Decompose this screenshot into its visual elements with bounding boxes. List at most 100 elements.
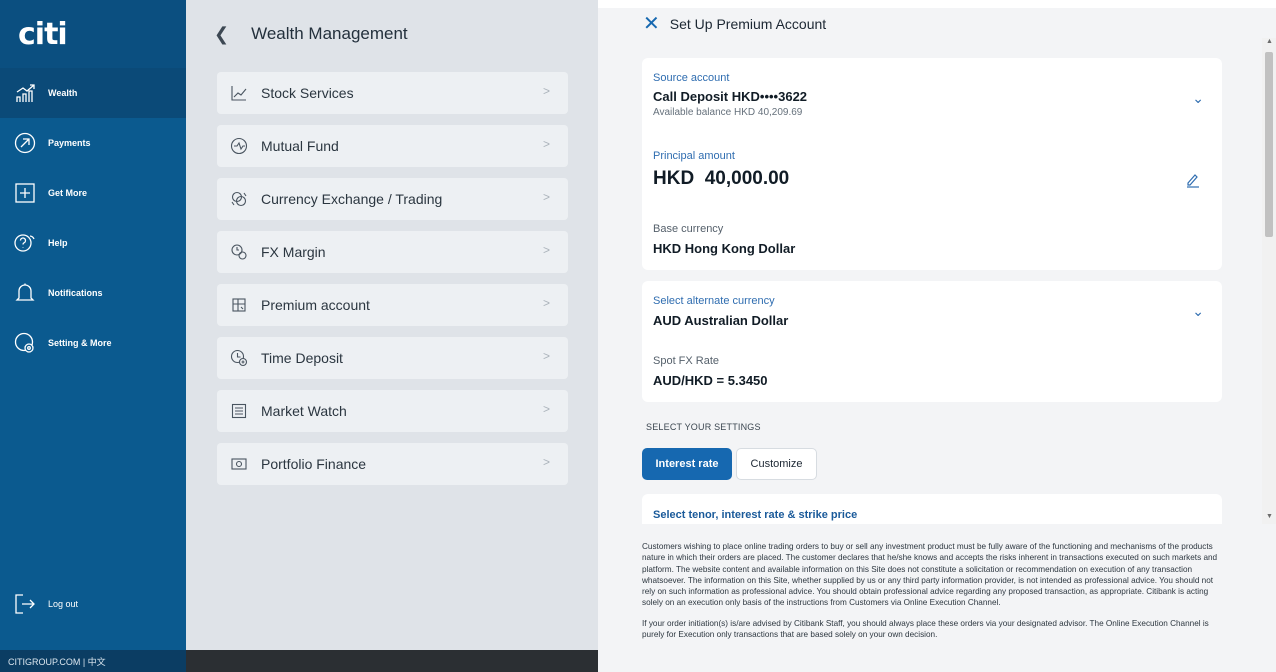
menu-item-label: Market Watch (261, 403, 347, 419)
nav-label: Setting & More (48, 338, 112, 348)
settings-section-label: SELECT YOUR SETTINGS (646, 422, 761, 432)
panel-scrollbar[interactable]: ▲ ▼ (1262, 38, 1276, 524)
nav-label: Get More (48, 188, 88, 198)
nav-item-wealth[interactable]: Wealth (0, 68, 186, 118)
panel-header: ✕ Set Up Premium Account (643, 14, 826, 34)
scroll-down-icon[interactable]: ▼ (1266, 513, 1273, 520)
chevron-right-icon: > (542, 349, 550, 363)
logo-bar: citi (0, 0, 186, 68)
menu-item-label: Stock Services (261, 85, 354, 101)
chart-up-icon (14, 82, 36, 104)
nav-label: Wealth (48, 88, 78, 98)
menu-item-market-watch[interactable]: Market Watch > (217, 390, 568, 432)
menu-item-stock-services[interactable]: Stock Services > (217, 72, 568, 114)
disclaimer-paragraph: Customers wishing to place online tradin… (642, 542, 1218, 608)
menu-item-mutual-fund[interactable]: Mutual Fund > (217, 125, 568, 167)
spot-fx-value: AUD/HKD = 5.3450 (653, 373, 768, 388)
logout-button[interactable]: Log out (0, 581, 186, 626)
interest-rate-tab[interactable]: Interest rate (642, 448, 732, 480)
panel-title: Set Up Premium Account (669, 16, 827, 32)
nav-item-settings[interactable]: Setting & More (0, 318, 186, 368)
menu-item-label: Currency Exchange / Trading (261, 191, 443, 207)
menu-item-label: Mutual Fund (261, 138, 339, 154)
account-card: Source account Call Deposit HKD••••3622 … (642, 58, 1222, 270)
spot-fx-field: Spot FX Rate AUD/HKD = 5.3450 (653, 355, 768, 388)
source-account-dropdown-icon[interactable]: ⌄ (1192, 90, 1204, 107)
logout-icon (14, 593, 36, 615)
principal-amount-label: Principal amount (653, 150, 735, 162)
chevron-right-icon: > (542, 296, 550, 310)
source-account-field[interactable]: Source account Call Deposit HKD••••3622 … (653, 72, 807, 118)
menu-header: ❮ Wealth Management (186, 0, 598, 68)
nav-item-notifications[interactable]: Notifications (0, 268, 186, 318)
tenor-card[interactable]: Select tenor, interest rate & strike pri… (642, 494, 1222, 524)
menu-item-label: Premium account (261, 297, 370, 313)
help-bubble-icon (14, 232, 36, 254)
base-currency-field: Base currency HKD Hong Kong Dollar (653, 223, 795, 256)
source-account-value: Call Deposit HKD••••3622 (653, 89, 808, 104)
plus-box-icon (14, 182, 36, 204)
nav-label: Help (48, 238, 68, 248)
close-icon[interactable]: ✕ (643, 14, 660, 34)
menu-item-time-deposit[interactable]: Time Deposit > (217, 337, 568, 379)
menu-item-label: FX Margin (261, 244, 326, 260)
nav-item-payments[interactable]: Payments (0, 118, 186, 168)
wealth-menu-panel: ❮ Wealth Management Stock Services > Mut… (186, 0, 598, 672)
tenor-dropdown-icon[interactable]: ⌄ (1192, 516, 1204, 524)
menu-item-fx-margin[interactable]: FX Margin > (217, 231, 568, 273)
alternate-currency-value: AUD Australian Dollar (653, 313, 789, 328)
fx-margin-icon (229, 242, 249, 262)
currency-exchange-icon (229, 189, 249, 209)
stock-chart-icon (229, 83, 249, 103)
chevron-right-icon: > (542, 402, 550, 416)
nav-item-help[interactable]: Help (0, 218, 186, 268)
menu-title: Wealth Management (251, 24, 408, 43)
principal-amount-field: Principal amount HKD 40,000.00 (653, 150, 789, 190)
menu-item-portfolio-finance[interactable]: Portfolio Finance > (217, 443, 568, 485)
nav-item-get-more[interactable]: Get More (0, 168, 186, 218)
disclaimer-paragraph: If your order initiation(s) is/are advis… (642, 618, 1209, 640)
nav-label: Notifications (48, 288, 103, 298)
scroll-up-icon[interactable]: ▲ (1266, 38, 1273, 45)
back-chevron-icon[interactable]: ❮ (214, 24, 229, 45)
edit-pencil-icon[interactable] (1186, 172, 1200, 193)
nav-footer[interactable]: CITIGROUP.COM | 中文 (0, 650, 186, 672)
base-currency-value: HKD Hong Kong Dollar (653, 241, 796, 256)
tenor-label: Select tenor, interest rate & strike pri… (653, 509, 858, 521)
chevron-right-icon: > (542, 190, 550, 204)
settings-gear-icon (14, 332, 36, 354)
menu-item-label: Time Deposit (261, 350, 343, 366)
alternate-currency-dropdown-icon[interactable]: ⌄ (1192, 303, 1204, 320)
spot-fx-label: Spot FX Rate (653, 355, 720, 367)
alternate-currency-card: Select alternate currency AUD Australian… (642, 281, 1222, 402)
scroll-thumb[interactable] (1265, 52, 1273, 237)
disclaimer-text: Customers wishing to place online tradin… (642, 541, 1222, 649)
menu-footer (186, 650, 598, 672)
customize-tab[interactable]: Customize (736, 448, 817, 480)
main-nav: citi Wealth Payments Get More Help Notif… (0, 0, 186, 672)
source-account-label: Source account (653, 72, 730, 84)
logout-label: Log out (48, 598, 79, 609)
chevron-right-icon: > (542, 84, 550, 98)
chevron-right-icon: > (542, 137, 550, 151)
menu-item-currency-exchange[interactable]: Currency Exchange / Trading > (217, 178, 568, 220)
bell-icon (14, 282, 36, 304)
chevron-right-icon: > (542, 243, 550, 257)
alternate-currency-field[interactable]: Select alternate currency AUD Australian… (653, 295, 788, 328)
premium-account-icon (229, 295, 249, 315)
base-currency-label: Base currency (653, 223, 724, 235)
payment-arrow-icon (14, 132, 36, 154)
available-balance: Available balance HKD 40,209.69 (653, 107, 803, 118)
alternate-currency-label: Select alternate currency (653, 295, 775, 307)
menu-item-premium-account[interactable]: Premium account > (217, 284, 568, 326)
citi-logo[interactable]: citi (18, 17, 68, 52)
fund-icon (229, 136, 249, 156)
premium-account-panel: ✕ Set Up Premium Account Source account … (598, 0, 1276, 672)
principal-amount-value: HKD 40,000.00 (653, 168, 790, 189)
time-deposit-icon (229, 348, 249, 368)
menu-item-label: Portfolio Finance (261, 456, 367, 472)
nav-label: Payments (48, 138, 91, 148)
menu-list: Stock Services > Mutual Fund > Currency … (217, 72, 568, 496)
chevron-right-icon: > (542, 455, 550, 469)
panel-top-edge (598, 0, 1276, 8)
